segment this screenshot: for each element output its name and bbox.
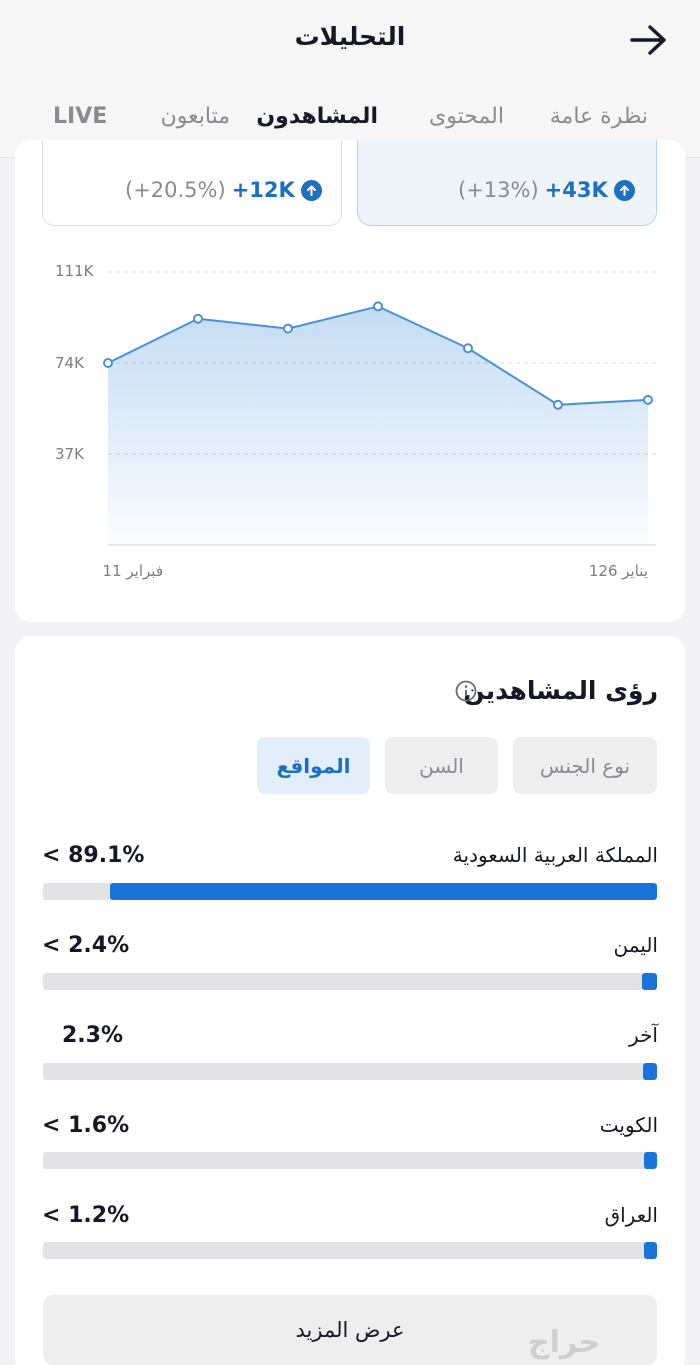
location-name: آخر bbox=[629, 1023, 658, 1047]
location-bar bbox=[43, 1152, 657, 1169]
chart-area-fill bbox=[108, 306, 648, 545]
chart-data-point bbox=[643, 394, 653, 405]
y-tick-label: 74K bbox=[55, 354, 85, 372]
filter-locations[interactable]: المواقع bbox=[257, 737, 370, 794]
location-name: المملكة العربية السعودية bbox=[452, 843, 658, 867]
chevron-left-icon: < bbox=[42, 843, 69, 868]
location-name: اليمن bbox=[613, 933, 658, 957]
filter-age[interactable]: السن bbox=[385, 737, 498, 794]
location-bar-fill bbox=[109, 883, 657, 900]
x-tick-label-start: فبراير 11 bbox=[103, 562, 163, 580]
chart-data-point bbox=[463, 343, 473, 354]
location-percent: 2.3% bbox=[62, 1023, 124, 1048]
location-bar-fill bbox=[642, 973, 657, 990]
location-bar-fill bbox=[643, 1242, 657, 1259]
location-percent: < 1.6% bbox=[42, 1113, 130, 1138]
viewers-line-chart: 111K 74K 37K فبراير 11 يناير 126 bbox=[55, 262, 656, 580]
y-tick-label: 111K bbox=[55, 262, 95, 280]
location-bar bbox=[43, 883, 657, 900]
location-bar bbox=[43, 1242, 657, 1259]
section-title: رؤى المشاهدين bbox=[463, 676, 658, 705]
location-bar bbox=[43, 1063, 657, 1080]
chevron-left-icon: < bbox=[42, 1203, 69, 1228]
chevron-left-icon: < bbox=[42, 1113, 69, 1138]
location-bar bbox=[43, 973, 657, 990]
filter-gender[interactable]: نوع الجنس bbox=[513, 737, 657, 794]
location-bar-fill bbox=[642, 1063, 657, 1080]
chart-data-point bbox=[283, 323, 293, 334]
chart-data-point bbox=[193, 313, 203, 324]
chevron-left-icon: < bbox=[42, 933, 69, 958]
location-percent: < 2.4% bbox=[42, 933, 130, 958]
location-percent: < 1.2% bbox=[42, 1203, 130, 1228]
y-tick-label: 37K bbox=[55, 445, 85, 463]
info-icon[interactable] bbox=[455, 680, 477, 702]
location-percent: < 89.1% bbox=[42, 843, 145, 868]
chart-data-point bbox=[553, 399, 563, 410]
watermark-logo: حراج bbox=[528, 1325, 601, 1360]
chart-data-point bbox=[103, 358, 113, 368]
x-tick-label-end: يناير 126 bbox=[589, 562, 648, 580]
location-name: الكويت bbox=[599, 1113, 658, 1137]
location-name: العراق bbox=[604, 1203, 658, 1227]
location-bar-fill bbox=[643, 1152, 657, 1169]
chart-data-point bbox=[373, 301, 383, 312]
